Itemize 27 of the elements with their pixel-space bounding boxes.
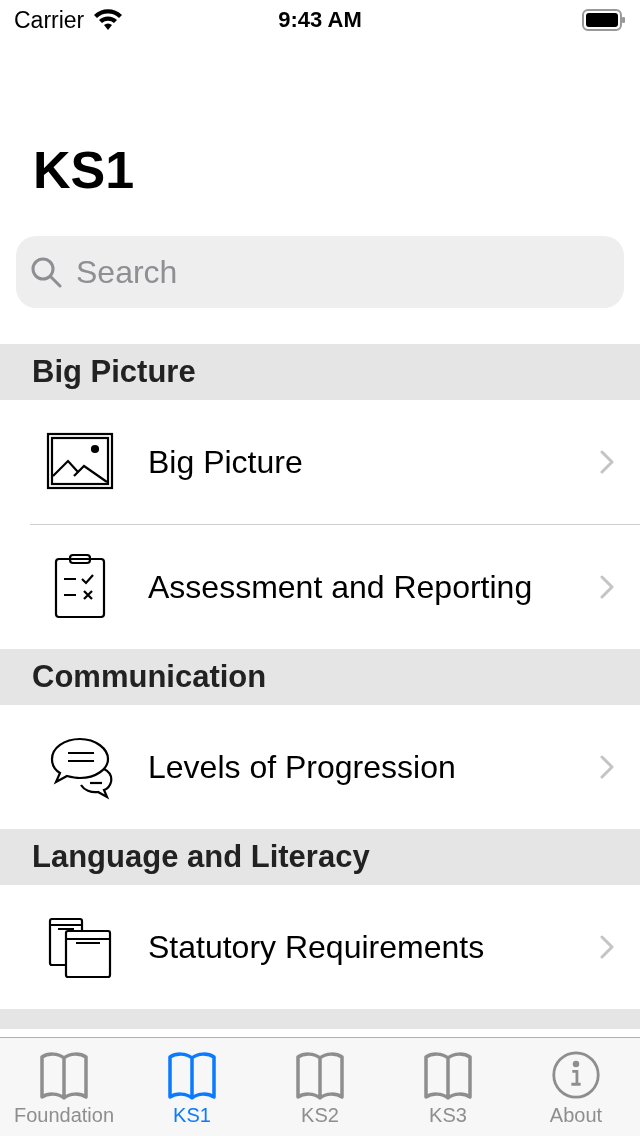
carrier-name: Carrier xyxy=(14,6,85,34)
section-header: Language and Literacy xyxy=(0,829,640,885)
tab-item[interactable]: KS2 xyxy=(256,1038,384,1136)
list-item[interactable]: Statutory Requirements xyxy=(0,885,640,1009)
chevron-right-icon xyxy=(600,755,614,779)
tab-item[interactable]: KS3 xyxy=(384,1038,512,1136)
book-icon xyxy=(293,1050,347,1100)
status-time: 9:43 AM xyxy=(278,7,362,33)
wifi-icon xyxy=(92,8,125,32)
section-header: Big Picture xyxy=(0,344,640,400)
tab-item[interactable]: About xyxy=(512,1038,640,1136)
list-item[interactable]: Assessment and Reporting xyxy=(0,525,640,649)
chevron-right-icon xyxy=(600,450,614,474)
section-header: Communication xyxy=(0,649,640,705)
battery-icon xyxy=(582,9,626,31)
list-item[interactable]: Levels of Progression xyxy=(0,705,640,829)
chevron-right-icon xyxy=(600,935,614,959)
tab-item[interactable]: Foundation xyxy=(0,1038,128,1136)
tab-item[interactable]: KS1 xyxy=(128,1038,256,1136)
search-icon xyxy=(30,256,62,288)
info-icon xyxy=(551,1050,601,1100)
chevron-right-icon xyxy=(600,575,614,599)
book-icon xyxy=(165,1050,219,1100)
book-icon xyxy=(37,1050,91,1100)
search-field[interactable]: Search xyxy=(16,236,624,308)
book-icon xyxy=(421,1050,475,1100)
page-title: KS1 xyxy=(33,140,136,201)
